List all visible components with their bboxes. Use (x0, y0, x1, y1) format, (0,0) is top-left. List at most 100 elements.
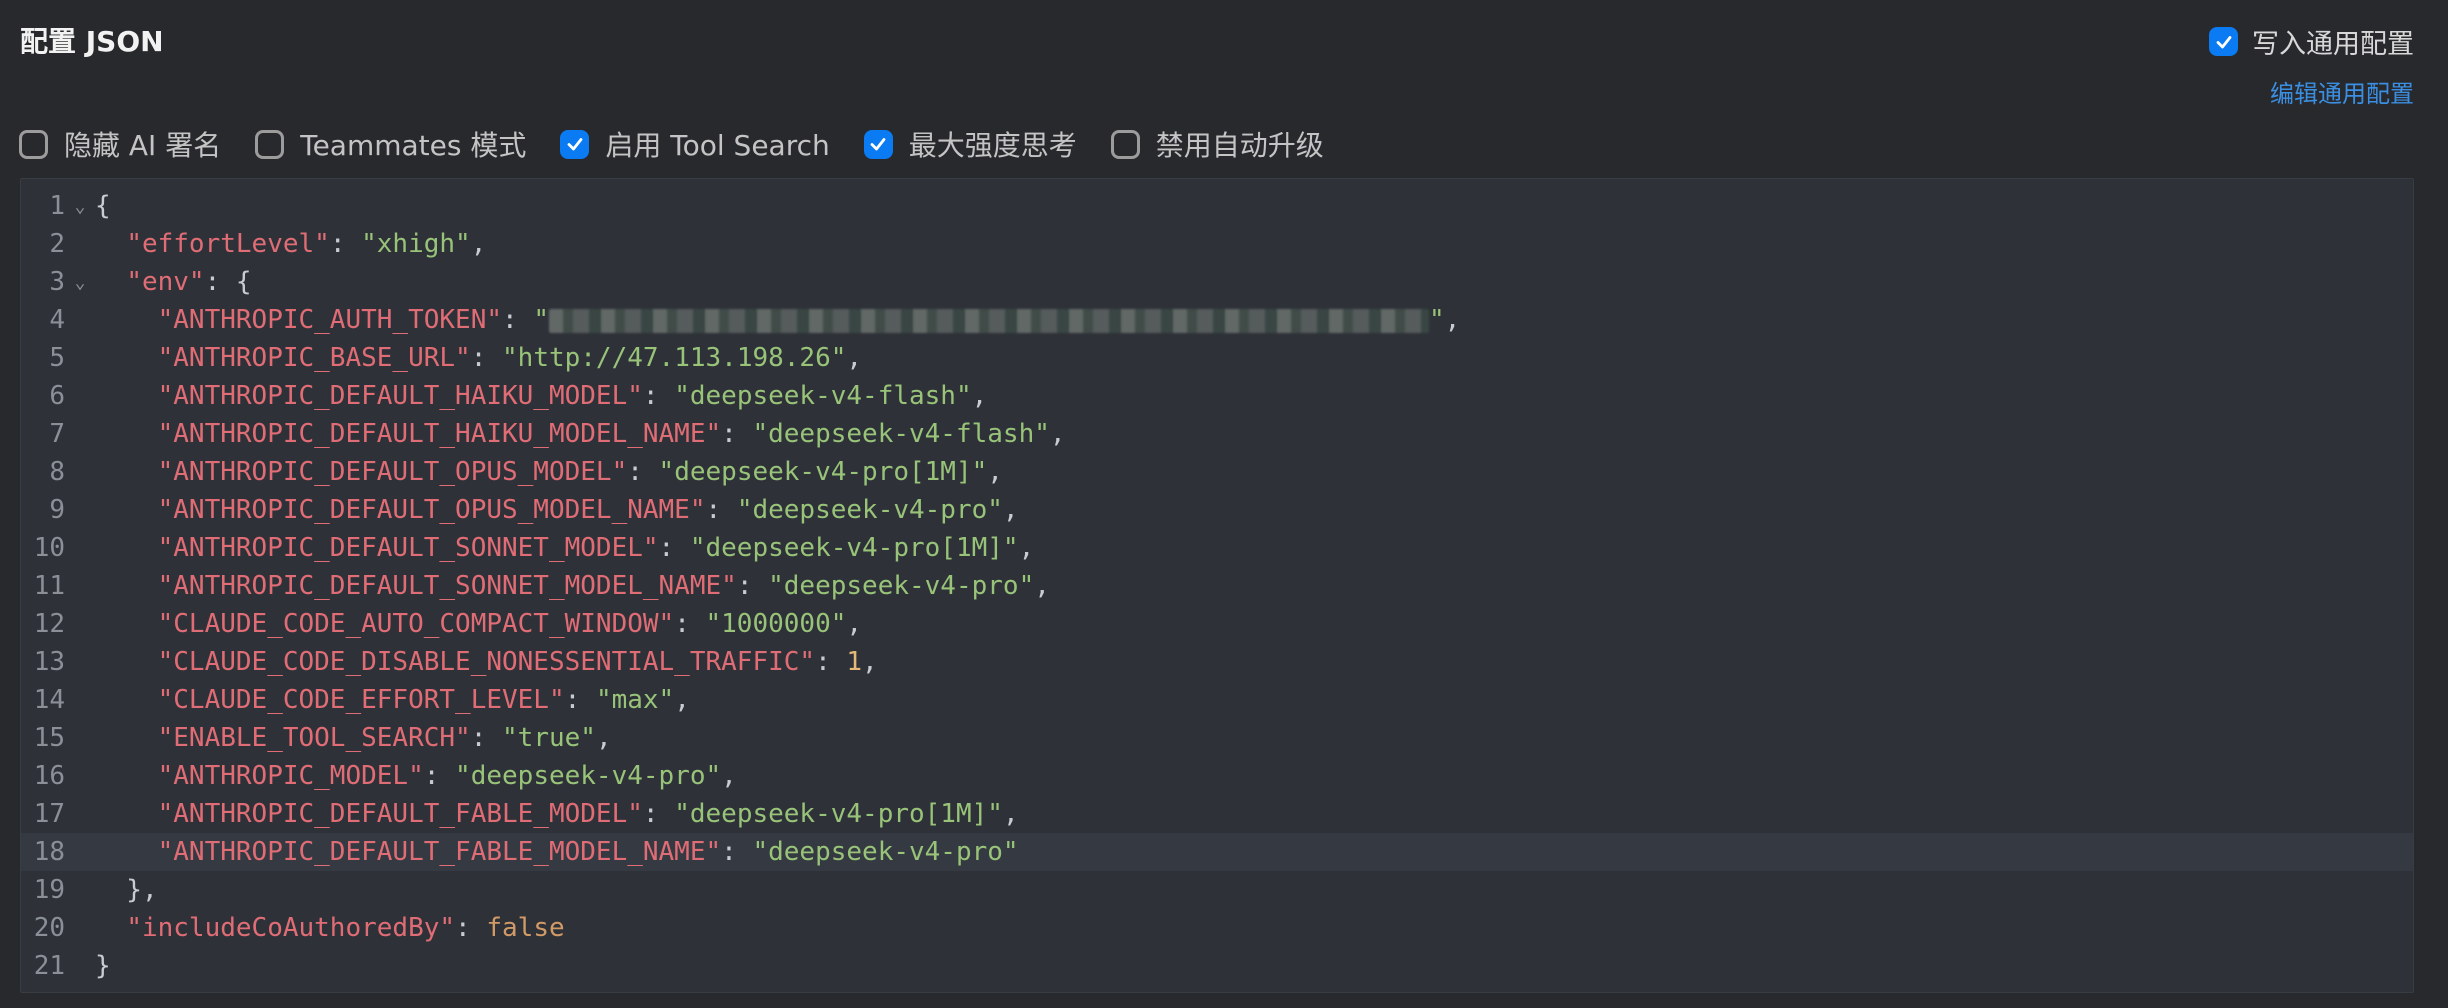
code-line[interactable]: 21} (21, 947, 2413, 985)
code-text: { (95, 191, 111, 221)
edit-global-config-link[interactable]: 编辑通用配置 (2270, 74, 2414, 109)
line-number: 13 (33, 647, 65, 677)
option-label: 启用 Tool Search (605, 129, 830, 162)
code-line[interactable]: 8 "ANTHROPIC_DEFAULT_OPUS_MODEL": "deeps… (21, 453, 2413, 491)
token: : (627, 457, 659, 487)
token: "ENABLE_TOOL_SEARCH" (157, 723, 471, 753)
token: : (502, 305, 534, 335)
code-text: } (95, 951, 111, 981)
token: : (329, 229, 362, 259)
token: "env" (126, 267, 205, 297)
option-checkbox[interactable] (1110, 129, 1140, 159)
code-line[interactable]: 12 "CLAUDE_CODE_AUTO_COMPACT_WINDOW": "1… (21, 605, 2413, 643)
line-number: 12 (33, 609, 65, 639)
fold-chevron-icon[interactable]: ⌄ (65, 196, 95, 217)
code-line[interactable]: 2 "effortLevel": "xhigh", (21, 225, 2413, 263)
code-text: "ANTHROPIC_DEFAULT_FABLE_MODEL_NAME": "d… (95, 837, 1019, 867)
code-text: "ANTHROPIC_DEFAULT_OPUS_MODEL_NAME": "de… (95, 495, 1019, 525)
option-1[interactable]: Teammates 模式 (255, 124, 526, 164)
code-line[interactable]: 10 "ANTHROPIC_DEFAULT_SONNET_MODEL": "de… (21, 529, 2413, 567)
token: : (642, 799, 675, 829)
line-number: 21 (33, 951, 65, 981)
code-line[interactable]: 16 "ANTHROPIC_MODEL": "deepseek-v4-pro", (21, 757, 2413, 795)
option-label: 最大强度思考 (908, 129, 1077, 162)
write-global-checkbox[interactable] (2209, 27, 2238, 56)
option-checkbox[interactable] (255, 129, 285, 159)
code-line[interactable]: 5 "ANTHROPIC_BASE_URL": "http://47.113.1… (21, 339, 2413, 377)
code-line[interactable]: 15 "ENABLE_TOOL_SEARCH": "true", (21, 719, 2413, 757)
code-line[interactable]: 4 "ANTHROPIC_AUTH_TOKEN": " ", (21, 301, 2413, 339)
token: "deepseek-v4-pro" (736, 495, 1003, 525)
token: "ANTHROPIC_DEFAULT_SONNET_MODEL_NAME" (157, 571, 737, 601)
option-checkbox[interactable] (863, 129, 893, 159)
line-number: 5 (49, 343, 65, 373)
option-4[interactable]: 禁用自动升级 (1110, 124, 1324, 164)
code-line[interactable]: 17 "ANTHROPIC_DEFAULT_FABLE_MODEL": "dee… (21, 795, 2413, 833)
token: , (674, 685, 690, 715)
token: , (470, 229, 487, 259)
code-text: "ANTHROPIC_DEFAULT_SONNET_MODEL": "deeps… (95, 533, 1035, 563)
option-label: 隐藏 AI 署名 (64, 129, 222, 162)
line-number: 20 (33, 913, 65, 943)
line-number: 9 (49, 495, 65, 525)
line-number: 11 (33, 571, 65, 601)
code-line[interactable]: 7 "ANTHROPIC_DEFAULT_HAIKU_MODEL_NAME": … (21, 415, 2413, 453)
line-number: 1 (49, 191, 65, 221)
token: : (721, 837, 753, 867)
code-line[interactable]: 11 "ANTHROPIC_DEFAULT_SONNET_MODEL_NAME"… (21, 567, 2413, 605)
line-number: 4 (49, 305, 65, 335)
token: "max" (595, 685, 675, 715)
token: , (1444, 305, 1461, 335)
line-number: 7 (49, 419, 65, 449)
token: , (1002, 495, 1019, 525)
token: "ANTHROPIC_DEFAULT_OPUS_MODEL_NAME" (157, 495, 706, 525)
token: } (95, 951, 111, 981)
code-line[interactable]: 9 "ANTHROPIC_DEFAULT_OPUS_MODEL_NAME": "… (21, 491, 2413, 529)
code-line[interactable]: 19 }, (21, 871, 2413, 909)
token: "deepseek-v4-pro[1M]" (658, 457, 988, 487)
token: : (658, 533, 690, 563)
option-checkbox[interactable] (19, 129, 48, 159)
token: " (533, 305, 549, 335)
token: "ANTHROPIC_DEFAULT_FABLE_MODEL_NAME" (157, 837, 722, 867)
code-line[interactable]: 18 "ANTHROPIC_DEFAULT_FABLE_MODEL_NAME":… (21, 833, 2413, 871)
code-line[interactable]: 13 "CLAUDE_CODE_DISABLE_NONESSENTIAL_TRA… (21, 643, 2413, 681)
code-text: "CLAUDE_CODE_EFFORT_LEVEL": "max", (95, 685, 690, 715)
code-text: "ANTHROPIC_DEFAULT_SONNET_MODEL_NAME": "… (95, 571, 1050, 601)
write-global-config-toggle[interactable]: 写入通用配置 (2209, 22, 2414, 61)
line-number: 3 (49, 267, 65, 297)
line-number: 8 (49, 457, 65, 487)
line-number: 15 (33, 723, 65, 753)
code-text: "CLAUDE_CODE_DISABLE_NONESSENTIAL_TRAFFI… (95, 647, 878, 677)
token: , (846, 609, 863, 639)
token: , (846, 343, 863, 373)
option-0[interactable]: 隐藏 AI 署名 (19, 124, 221, 164)
option-2[interactable]: 启用 Tool Search (560, 124, 830, 164)
token: "deepseek-v4-pro" (455, 761, 722, 791)
line-number: 14 (33, 685, 65, 715)
code-text: "ANTHROPIC_DEFAULT_HAIKU_MODEL": "deepse… (95, 381, 988, 411)
token: "ANTHROPIC_DEFAULT_HAIKU_MODEL" (157, 381, 643, 411)
token: : (815, 647, 847, 677)
token: "deepseek-v4-pro" (768, 571, 1035, 601)
code-line[interactable]: 3 ⌄ "env": { (21, 263, 2413, 301)
token: "ANTHROPIC_DEFAULT_OPUS_MODEL" (157, 457, 628, 487)
code-line[interactable]: 1 ⌄{ (21, 187, 2413, 225)
code-line[interactable]: 6 "ANTHROPIC_DEFAULT_HAIKU_MODEL": "deep… (21, 377, 2413, 415)
option-3[interactable]: 最大强度思考 (863, 124, 1077, 164)
code-line[interactable]: 14 "CLAUDE_CODE_EFFORT_LEVEL": "max", (21, 681, 2413, 719)
json-editor[interactable]: 1 ⌄{2 "effortLevel": "xhigh", 3 ⌄ "env": {4… (20, 178, 2414, 993)
token: : { (204, 267, 252, 297)
token: "includeCoAuthoredBy" (126, 913, 456, 943)
fold-chevron-icon[interactable]: ⌄ (65, 272, 95, 293)
option-checkbox[interactable] (560, 129, 590, 159)
option-label: Teammates 模式 (300, 129, 527, 162)
code-line[interactable]: 20 "includeCoAuthoredBy": false (21, 909, 2413, 947)
